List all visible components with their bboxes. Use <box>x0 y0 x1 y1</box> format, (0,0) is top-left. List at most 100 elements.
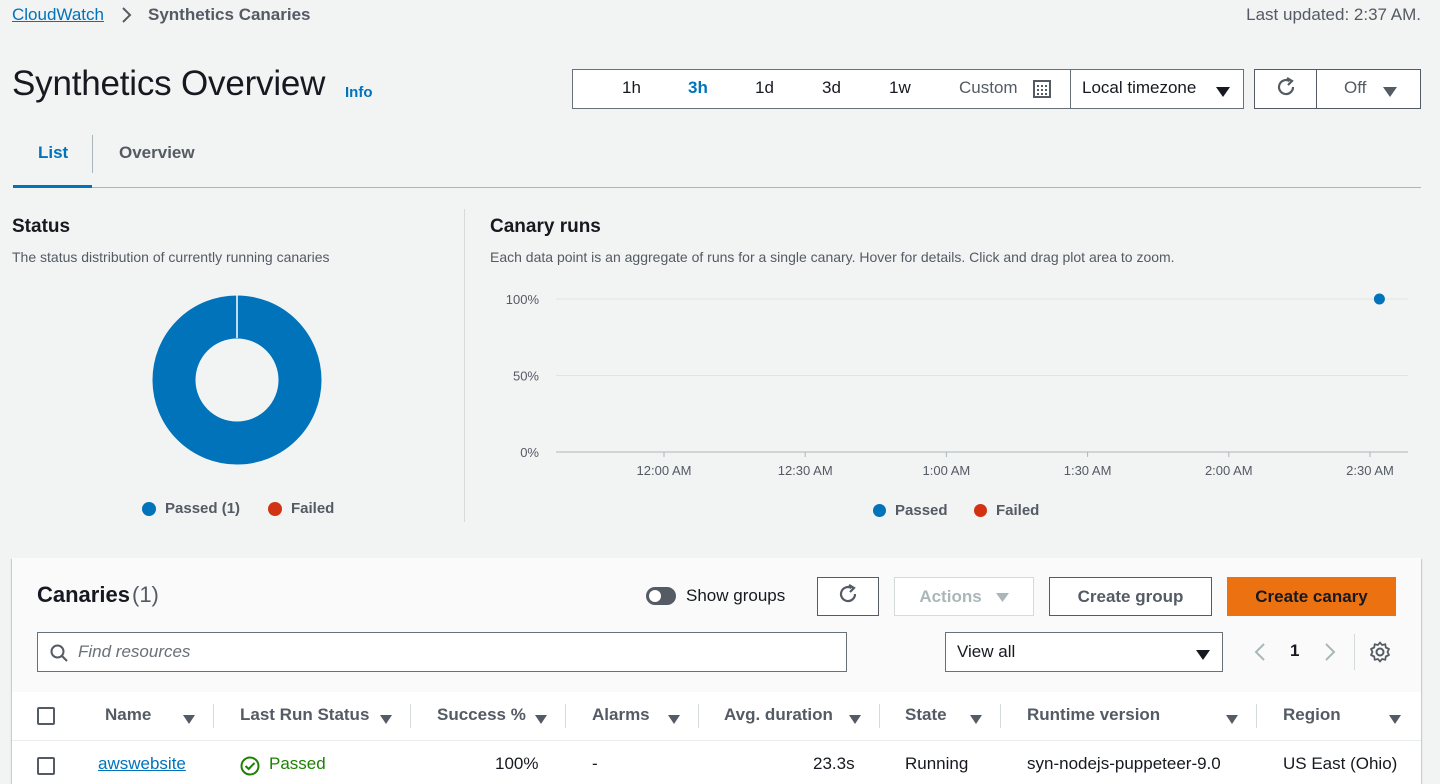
runs-legend-passed: Passed <box>873 502 948 519</box>
actions-button[interactable]: Actions <box>894 577 1034 616</box>
show-groups-label: Show groups <box>686 586 786 605</box>
active-tab-indicator <box>13 185 92 188</box>
x-tick-label: 2:30 AM <box>1346 463 1394 478</box>
column-header-region[interactable]: Region <box>1283 705 1341 725</box>
range-3d[interactable]: 3d <box>822 78 841 98</box>
success-percent: 100% <box>495 754 539 773</box>
runtime-version: syn-nodejs-puppeteer-9.0 <box>1027 754 1221 773</box>
runs-legend-failed-label: Failed <box>996 502 1040 519</box>
show-groups-toggle[interactable] <box>646 587 676 605</box>
sort-caret-icon[interactable] <box>1226 711 1238 729</box>
canary-runs-description: Each data point is an aggregate of runs … <box>490 249 1175 265</box>
sort-caret-icon[interactable] <box>535 711 547 729</box>
sort-caret-icon[interactable] <box>849 711 861 729</box>
status-panel-title: Status <box>12 216 71 237</box>
caret-down-icon <box>995 587 1009 607</box>
table-header-divider <box>12 740 1421 741</box>
column-divider <box>1000 704 1001 728</box>
last-run-status: Passed <box>269 754 326 773</box>
column-header-success[interactable]: Success % <box>437 705 526 725</box>
timezone-select[interactable]: Local timezone <box>1082 78 1196 98</box>
info-link[interactable]: Info <box>345 84 373 101</box>
sort-caret-icon[interactable] <box>380 711 392 729</box>
sort-caret-icon[interactable] <box>1389 711 1401 729</box>
caret-down-icon <box>1383 84 1397 102</box>
last-updated-text: Last updated: 2:37 AM. <box>1246 5 1421 24</box>
chevron-right-icon[interactable] <box>1322 641 1338 668</box>
check-circle-icon <box>240 756 260 781</box>
avg-duration: 23.3s <box>813 754 855 773</box>
actions-label: Actions <box>919 586 982 606</box>
tab-overview[interactable]: Overview <box>119 143 195 163</box>
column-divider <box>879 704 880 728</box>
status-donut-chart <box>152 295 322 465</box>
chevron-left-icon[interactable] <box>1252 641 1268 668</box>
gear-icon[interactable] <box>1369 641 1391 668</box>
search-icon <box>50 644 68 667</box>
legend-passed-label: Passed (1) <box>165 500 241 517</box>
runs-legend-failed: Failed <box>974 502 1039 519</box>
sort-caret-icon[interactable] <box>970 711 982 729</box>
tab-divider <box>92 135 93 173</box>
state-value: Running <box>905 754 969 773</box>
canary-runs-title: Canary runs <box>490 216 601 237</box>
canary-name-link[interactable]: awswebsite <box>98 754 186 774</box>
refresh-icon <box>837 583 859 610</box>
range-1d[interactable]: 1d <box>755 78 774 98</box>
x-tick-label: 1:00 AM <box>923 463 971 478</box>
failed-dot-icon <box>974 504 987 517</box>
canaries-title: Canaries <box>37 582 130 607</box>
page-number-1[interactable]: 1 <box>1290 641 1299 661</box>
column-header-name[interactable]: Name <box>105 705 151 725</box>
caret-down-icon[interactable] <box>1216 84 1230 102</box>
column-header-avg-duration[interactable]: Avg. duration <box>724 705 833 725</box>
select-all-checkbox[interactable] <box>37 707 55 725</box>
legend-failed-label: Failed <box>291 500 335 517</box>
region-value: US East (Ohio) <box>1283 754 1398 773</box>
column-divider <box>213 704 214 728</box>
auto-refresh-dropdown[interactable]: Off <box>1316 69 1421 109</box>
canary-runs-chart[interactable]: 100% 50% 0% 12:00 AM 12:30 AM 1:00 AM 1:30 AM 2… <box>490 285 1420 485</box>
sort-caret-icon[interactable] <box>668 711 680 729</box>
column-header-state[interactable]: State <box>905 705 947 725</box>
view-filter-value: View all <box>957 642 1016 661</box>
create-group-button[interactable]: Create group <box>1049 577 1212 616</box>
failed-dot-icon <box>268 501 282 516</box>
calendar-icon[interactable] <box>1033 80 1051 103</box>
column-header-last-run-status[interactable]: Last Run Status <box>240 705 369 725</box>
column-header-alarms[interactable]: Alarms <box>592 705 650 725</box>
refresh-button[interactable] <box>1254 69 1318 109</box>
range-3h[interactable]: 3h <box>688 78 708 98</box>
alarms-value: - <box>592 754 598 773</box>
legend-failed: Failed <box>268 500 334 517</box>
range-1w[interactable]: 1w <box>889 78 911 98</box>
divider <box>1070 69 1071 109</box>
x-tick-label: 12:30 AM <box>778 463 833 478</box>
search-input[interactable] <box>78 634 838 670</box>
breadcrumb-cloudwatch-link[interactable]: CloudWatch <box>12 5 104 25</box>
passed-dot-icon <box>142 501 156 516</box>
column-divider <box>1256 704 1257 728</box>
row-checkbox[interactable] <box>37 757 55 775</box>
column-header-runtime-version[interactable]: Runtime version <box>1027 705 1160 725</box>
sort-caret-icon[interactable] <box>183 711 195 729</box>
canaries-count: (1) <box>132 582 159 607</box>
create-canary-button[interactable]: Create canary <box>1227 577 1396 616</box>
status-panel-description: The status distribution of currently run… <box>12 249 330 265</box>
view-filter-select[interactable]: View all <box>945 632 1223 672</box>
tab-list[interactable]: List <box>38 143 68 163</box>
y-tick-label: 50% <box>513 369 539 384</box>
x-tick-label: 2:00 AM <box>1205 463 1253 478</box>
pager-divider <box>1354 634 1355 670</box>
range-1h[interactable]: 1h <box>622 78 641 98</box>
x-tick-label: 12:00 AM <box>637 463 692 478</box>
data-point-passed[interactable] <box>1373 293 1385 305</box>
table-refresh-button[interactable] <box>817 577 879 616</box>
search-field[interactable] <box>37 632 847 672</box>
breadcrumb-current: Synthetics Canaries <box>148 5 311 24</box>
range-custom[interactable]: Custom <box>959 78 1018 98</box>
y-tick-label: 100% <box>506 292 540 307</box>
panel-divider <box>464 209 465 522</box>
refresh-icon <box>1275 76 1297 103</box>
y-tick-label: 0% <box>520 445 539 460</box>
